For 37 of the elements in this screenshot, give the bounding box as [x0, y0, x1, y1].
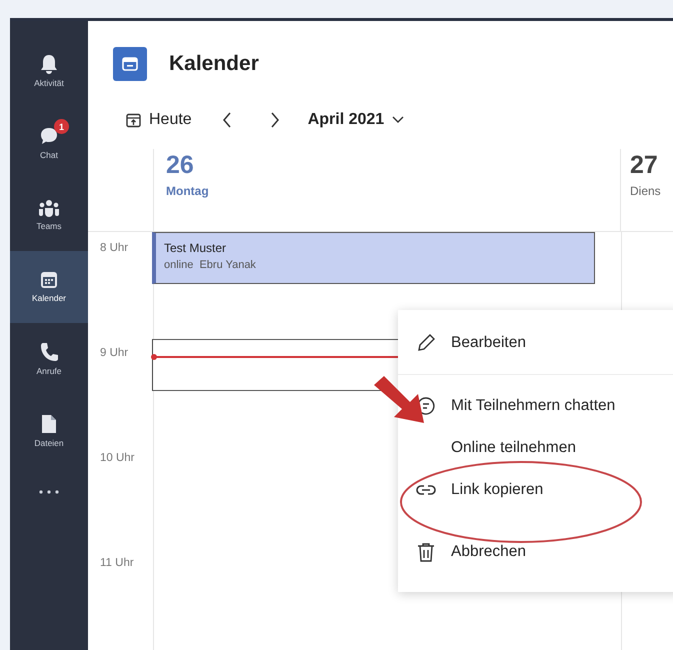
trash-icon — [417, 542, 435, 562]
calendar-icon — [126, 112, 141, 128]
people-icon — [38, 199, 60, 217]
day-number: 26 — [166, 151, 195, 180]
menu-item[interactable]: Bearbeiten — [398, 322, 673, 364]
file-icon — [41, 414, 57, 434]
rail-item[interactable]: Chat 1 — [10, 107, 88, 179]
page-title: Kalender — [169, 52, 259, 76]
more-icon[interactable] — [39, 490, 59, 494]
rail-item[interactable]: Aktivität — [10, 35, 88, 107]
chat-icon — [39, 126, 59, 146]
day-number: 27 — [630, 151, 659, 180]
calendar-icon — [40, 271, 58, 289]
today-button[interactable]: Heute — [124, 109, 194, 131]
bell-icon — [40, 54, 58, 74]
menu-item[interactable]: Link kopieren — [398, 469, 673, 511]
menu-item[interactable]: Online teilnehmen — [398, 427, 673, 469]
rail-item[interactable]: Kalender — [10, 251, 88, 323]
rail-item[interactable]: Dateien — [10, 395, 88, 467]
hour-label: 10 Uhr — [100, 452, 135, 464]
link-icon — [416, 484, 436, 496]
pencil-icon — [416, 333, 436, 353]
rail-item[interactable]: Anrufe — [10, 323, 88, 395]
hour-label: 9 Uhr — [100, 347, 128, 359]
notification-badge: 1 — [54, 119, 69, 134]
menu-item[interactable]: Abbrechen — [398, 531, 673, 573]
day-name: Montag — [166, 184, 210, 198]
arrow-annotation — [374, 376, 424, 423]
hour-label: 11 Uhr — [100, 557, 134, 569]
app-logo — [113, 47, 147, 81]
day-name: Diens — [630, 184, 662, 198]
rail-item[interactable]: Teams — [10, 179, 88, 251]
calendar-event[interactable]: Test Muster online Ebru Yanak — [152, 232, 595, 284]
phone-icon — [40, 342, 58, 362]
chevron-down-icon — [392, 116, 404, 124]
month-picker[interactable]: April 2021 — [306, 109, 406, 131]
hour-label: 8 Uhr — [100, 242, 128, 254]
